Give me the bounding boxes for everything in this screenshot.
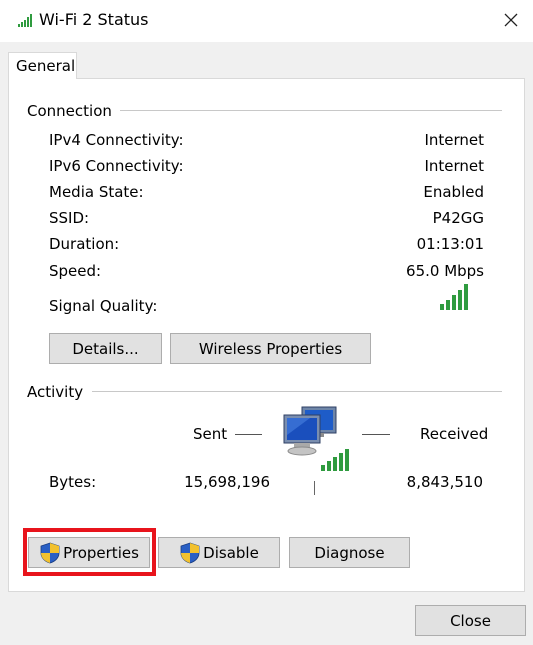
uac-shield-icon xyxy=(180,542,200,563)
window-title: Wi-Fi 2 Status xyxy=(39,10,149,29)
speed-label: Speed: xyxy=(49,262,102,280)
ipv4-value: Internet xyxy=(424,131,484,149)
title-bar: Wi-Fi 2 Status xyxy=(0,0,533,42)
received-line xyxy=(362,434,390,435)
disable-button[interactable]: Disable xyxy=(158,537,280,568)
activity-heading: Activity xyxy=(27,383,92,401)
connection-divider xyxy=(118,110,502,111)
received-label: Received xyxy=(420,425,489,443)
network-computers-icon xyxy=(283,406,349,471)
bytes-received-value: 8,843,510 xyxy=(406,473,483,491)
diagnose-button[interactable]: Diagnose xyxy=(289,537,410,568)
ipv6-value: Internet xyxy=(424,157,484,175)
media-state-value: Enabled xyxy=(423,183,484,201)
duration-label: Duration: xyxy=(49,235,120,253)
ssid-label: SSID: xyxy=(49,209,90,227)
connection-heading: Connection xyxy=(27,102,120,120)
bytes-label: Bytes: xyxy=(49,473,97,491)
activity-divider xyxy=(92,391,502,392)
ssid-value: P42GG xyxy=(432,209,484,227)
ipv4-label: IPv4 Connectivity: xyxy=(49,131,184,149)
tab-general[interactable]: General xyxy=(8,52,77,79)
media-state-label: Media State: xyxy=(49,183,144,201)
properties-highlight-box xyxy=(23,528,156,576)
close-button[interactable]: Close xyxy=(415,605,526,636)
activity-separator xyxy=(314,481,315,495)
tab-general-label: General xyxy=(16,57,76,75)
details-button[interactable]: Details... xyxy=(49,333,162,364)
duration-value: 01:13:01 xyxy=(416,235,484,253)
ipv6-label: IPv6 Connectivity: xyxy=(49,157,184,175)
speed-value: 65.0 Mbps xyxy=(406,262,484,280)
bytes-sent-value: 15,698,196 xyxy=(184,473,270,491)
disable-button-label: Disable xyxy=(203,543,259,562)
sent-line xyxy=(235,434,262,435)
wireless-properties-button[interactable]: Wireless Properties xyxy=(170,333,371,364)
wifi-signal-icon xyxy=(18,14,32,27)
sent-label: Sent xyxy=(193,425,228,443)
signal-quality-label: Signal Quality: xyxy=(49,297,158,315)
close-icon[interactable] xyxy=(500,9,522,31)
signal-quality-icon xyxy=(440,284,468,310)
